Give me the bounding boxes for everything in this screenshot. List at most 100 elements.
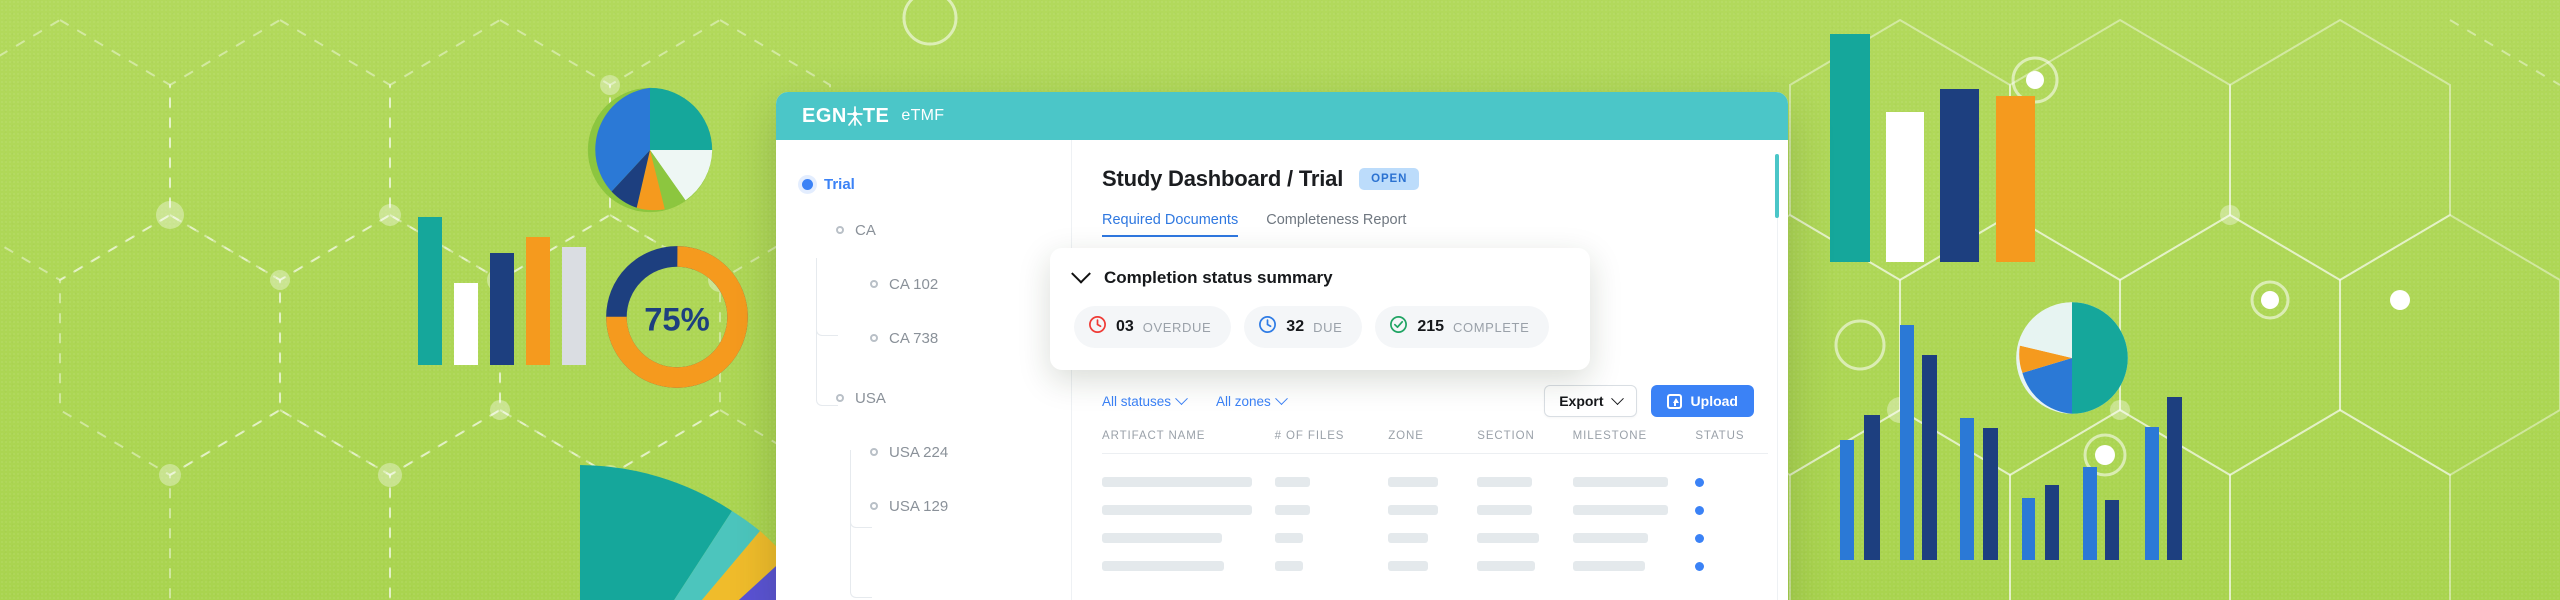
clock-icon <box>1258 315 1277 339</box>
product-name: eTMF <box>901 107 945 124</box>
status-dot-icon <box>1695 505 1705 515</box>
app-body: Trial CA CA 102 CA 738 USA USA 224 USA 1… <box>776 140 1788 600</box>
skeleton-cell <box>1477 561 1536 571</box>
table-row[interactable] <box>1102 468 1768 496</box>
main-content: Study Dashboard / Trial OPEN Required Do… <box>1050 140 1788 600</box>
tree-node-ring-icon <box>870 448 878 456</box>
filter-all-statuses[interactable]: All statuses <box>1102 391 1188 409</box>
filter-zones-label: All zones <box>1216 393 1271 409</box>
stat-chip-label: DUE <box>1313 319 1343 335</box>
column-header-zone[interactable]: ZONE <box>1388 430 1477 442</box>
upload-button-label: Upload <box>1690 393 1738 409</box>
sidebar-item-usa[interactable]: USA <box>802 380 1071 416</box>
skeleton-cell <box>1102 505 1252 515</box>
skeleton-cell <box>1274 533 1303 543</box>
skeleton-cell <box>1572 533 1648 543</box>
sidebar-item-ca-738[interactable]: CA 738 <box>802 320 1071 356</box>
sidebar-item-ca[interactable]: CA <box>802 212 1071 248</box>
column-header-artifact-name[interactable]: ARTIFACT NAME <box>1102 430 1275 442</box>
documents-table: ARTIFACT NAME # OF FILES ZONE SECTION MI… <box>1102 430 1768 580</box>
skeleton-cell <box>1572 561 1645 571</box>
check-circle-icon <box>1389 315 1408 339</box>
clock-icon <box>1088 315 1107 339</box>
app-header-bar: EGN TE eTMF <box>776 92 1788 140</box>
upload-icon <box>1666 393 1682 409</box>
column-header-milestone[interactable]: MILESTONE <box>1573 430 1696 442</box>
sidebar-item-usa-224[interactable]: USA 224 <box>802 434 1071 470</box>
egnyte-logo[interactable]: EGN TE <box>802 105 889 128</box>
tab-completeness-report[interactable]: Completeness Report <box>1266 212 1406 237</box>
status-badge: OPEN <box>1359 168 1420 190</box>
filter-statuses-label: All statuses <box>1102 393 1172 409</box>
stat-chip-overdue[interactable]: 03 OVERDUE <box>1074 306 1232 348</box>
logo-text-start: EGN <box>802 104 847 127</box>
chevron-down-icon <box>1175 391 1188 405</box>
scrollbar-thumb[interactable] <box>1775 154 1779 218</box>
skeleton-cell <box>1388 533 1429 543</box>
tab-required-documents[interactable]: Required Documents <box>1102 212 1239 237</box>
stat-chip-count: 03 <box>1116 318 1134 335</box>
page-title: Study Dashboard / Trial <box>1102 166 1344 191</box>
logo-starburst-icon <box>846 106 864 126</box>
skeleton-cell <box>1274 561 1303 571</box>
completion-status-card: Completion status summary 03 OVERDUE 32 … <box>1050 248 1590 370</box>
decorative-donut-chart: 75% <box>606 246 748 388</box>
chevron-down-icon <box>1274 391 1288 405</box>
table-row[interactable] <box>1102 552 1768 580</box>
skeleton-cell <box>1102 533 1222 543</box>
tree-node-dot-icon <box>802 178 813 190</box>
stat-chip-complete[interactable]: 215 COMPLETE <box>1375 306 1550 348</box>
column-header-number-of-files[interactable]: # OF FILES <box>1275 430 1389 442</box>
skeleton-cell <box>1388 561 1429 571</box>
sidebar-item-ca-102[interactable]: CA 102 <box>802 266 1071 302</box>
filter-toolbar: All statuses All zones Export Upload <box>1102 385 1754 417</box>
table-row[interactable] <box>1102 496 1768 524</box>
stat-chip-count: 32 <box>1286 318 1305 335</box>
status-dot-icon <box>1695 477 1705 487</box>
table-header-row: ARTIFACT NAME # OF FILES ZONE SECTION MI… <box>1102 430 1768 454</box>
decorative-bar-chart-right-top <box>1830 30 2042 262</box>
filter-all-zones[interactable]: All zones <box>1216 391 1288 409</box>
sidebar-item-label: CA 738 <box>889 329 939 347</box>
skeleton-cell <box>1274 477 1310 487</box>
app-window: EGN TE eTMF Trial CA CA 102 CA 738 USA U… <box>776 92 1788 600</box>
sidebar-item-label: CA 102 <box>889 275 939 293</box>
tree-node-ring-icon <box>836 226 844 234</box>
completion-card-header[interactable]: Completion status summary <box>1071 263 1566 288</box>
stat-chip-label: COMPLETE <box>1453 319 1530 335</box>
export-button[interactable]: Export <box>1544 385 1637 417</box>
chevron-down-icon <box>1071 263 1091 284</box>
status-dot-icon <box>1695 561 1705 571</box>
tree-node-ring-icon <box>870 334 878 342</box>
scrollbar-track[interactable] <box>1777 154 1778 600</box>
export-button-label: Export <box>1559 393 1604 409</box>
skeleton-cell <box>1102 561 1224 571</box>
skeleton-cell <box>1388 477 1439 487</box>
stat-chip-label: OVERDUE <box>1142 319 1212 335</box>
logo-text-end: TE <box>862 104 890 127</box>
column-header-section[interactable]: SECTION <box>1477 430 1572 442</box>
tree-node-ring-icon <box>870 280 878 288</box>
column-header-status[interactable]: STATUS <box>1695 430 1768 442</box>
decorative-bar-chart-left <box>418 215 588 365</box>
tree-node-ring-icon <box>870 502 878 510</box>
stat-chip-due[interactable]: 32 DUE <box>1244 306 1363 348</box>
tab-bar: Required Documents Completeness Report <box>1102 212 1788 237</box>
chevron-down-icon <box>1610 391 1624 405</box>
tree-node-ring-icon <box>836 394 844 402</box>
skeleton-cell <box>1477 477 1533 487</box>
status-dot-icon <box>1695 533 1705 543</box>
donut-center-label: 75% <box>644 301 710 338</box>
sidebar-item-label: Trial <box>824 175 855 193</box>
sidebar-item-label: USA 129 <box>889 497 949 515</box>
sidebar-item-trial[interactable]: Trial <box>802 166 1071 202</box>
skeleton-cell <box>1477 505 1533 515</box>
upload-button[interactable]: Upload <box>1650 385 1754 417</box>
table-row[interactable] <box>1102 524 1768 552</box>
sidebar-item-usa-129[interactable]: USA 129 <box>802 488 1071 524</box>
sidebar-tree: Trial CA CA 102 CA 738 USA USA 224 USA 1… <box>776 140 1072 600</box>
skeleton-cell <box>1274 505 1310 515</box>
completion-card-title: Completion status summary <box>1104 268 1333 287</box>
skeleton-cell <box>1572 477 1668 487</box>
stat-chip-group: 03 OVERDUE 32 DUE 215 COMPLETE <box>1074 306 1566 348</box>
